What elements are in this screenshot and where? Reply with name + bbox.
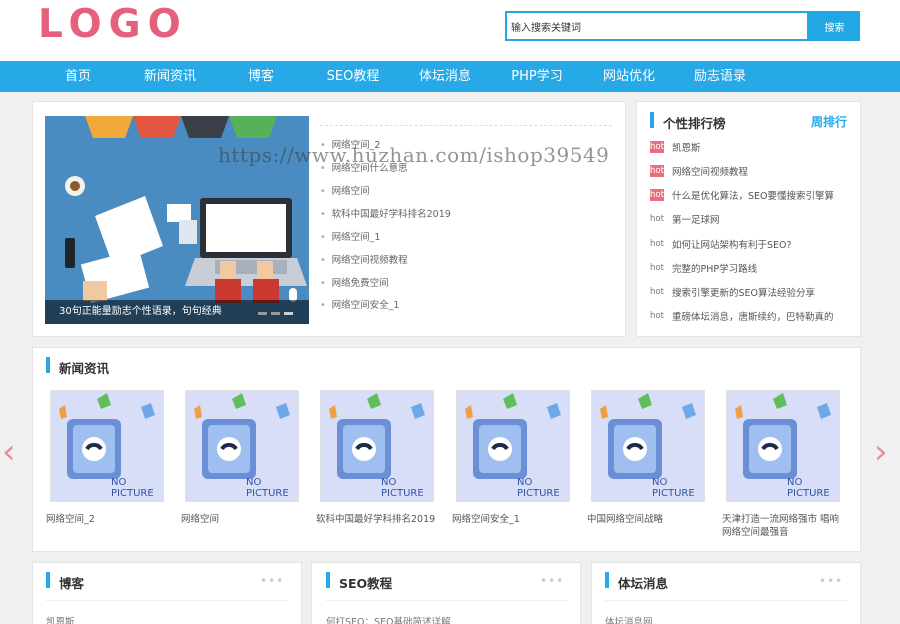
no-picture-label: NO PICTURE — [517, 477, 560, 499]
blog-title: 博客 — [59, 576, 85, 591]
blog-item[interactable]: 凯恩斯 — [46, 614, 75, 624]
slide-dot-1[interactable] — [258, 312, 267, 315]
seo-title-bar — [326, 572, 330, 588]
news-caption[interactable]: 天津打造一流网络强市 唱响 网络空间最强音 — [722, 513, 846, 539]
no-picture-label: NO PICTURE — [246, 477, 289, 499]
article-item[interactable]: 网络空间_1 — [320, 229, 381, 243]
rank-item-label: 完整的PHP学习路线 — [672, 264, 758, 275]
search-button[interactable]: 搜索 — [809, 11, 860, 41]
hot-badge: hot — [650, 214, 664, 224]
rank-item[interactable]: hot 完整的PHP学习路线 — [650, 261, 757, 275]
nav-item-news[interactable]: 新闻资讯 — [144, 61, 196, 92]
news-thumbnail[interactable]: NO PICTURE — [726, 390, 840, 502]
nav-item-quotes[interactable]: 励志语录 — [694, 61, 746, 92]
rank-item[interactable]: hot 网络空间视频教程 — [650, 164, 748, 178]
chevron-right-icon[interactable]: › — [874, 432, 888, 472]
seo-title: SEO教程 — [339, 576, 393, 591]
news-thumbnail[interactable]: NO PICTURE — [50, 390, 164, 502]
news-thumbnail[interactable]: NO PICTURE — [185, 390, 299, 502]
news-caption[interactable]: 中国网络空间战略 — [587, 513, 711, 526]
news-caption-line: 中国网络空间战略 — [587, 514, 664, 525]
hot-badge: hot — [650, 287, 664, 297]
nav-item-sports[interactable]: 体坛消息 — [419, 61, 471, 92]
rank-title-bar — [650, 112, 654, 128]
rank-item-label: 凯恩斯 — [672, 143, 701, 154]
no-picture-label: NO PICTURE — [381, 477, 424, 499]
news-thumbnail[interactable]: NO PICTURE — [320, 390, 434, 502]
slide-dot-3[interactable] — [284, 312, 293, 315]
article-item[interactable]: 网络空间什么意思 — [320, 160, 408, 174]
news-title: 新闻资讯 — [59, 361, 110, 376]
rank-title: 个性排行榜 — [663, 116, 726, 131]
news-caption[interactable]: 网络空间_2 — [46, 513, 170, 526]
no-picture-label: NO PICTURE — [787, 477, 830, 499]
hot-badge: hot — [650, 239, 664, 249]
news-thumbnail[interactable]: NO PICTURE — [591, 390, 705, 502]
article-item[interactable]: 网络免费空间 — [320, 275, 389, 289]
news-caption[interactable]: 网络空间 — [181, 513, 305, 526]
rank-item[interactable]: hot 什么是优化算法，SEO要懂搜索引擎算 — [650, 188, 834, 202]
sports-title: 体坛消息 — [618, 576, 669, 591]
hot-badge: hot — [650, 263, 664, 273]
nav-item-home[interactable]: 首页 — [65, 61, 91, 92]
article-item[interactable]: 网络空间安全_1 — [320, 297, 400, 311]
news-caption[interactable]: 网络空间安全_1 — [452, 513, 576, 526]
header: LOGO 搜索 — [0, 0, 900, 61]
hot-badge: hot — [650, 141, 664, 153]
rank-weekly-link[interactable]: 周排行 — [811, 113, 847, 130]
seo-more-button[interactable]: ••• — [540, 574, 564, 588]
rank-item-label: 重磅体坛消息，唐斯续约，巴特勒真的 — [672, 312, 834, 323]
blog-divider — [46, 600, 288, 601]
news-caption-line: 网络空间安全_1 — [452, 514, 520, 525]
nav-item-seo[interactable]: SEO教程 — [327, 61, 380, 92]
site-logo[interactable]: LOGO — [38, 2, 188, 47]
featured-slide[interactable]: 30句正能量励志个性语录，句句经典 — [45, 116, 309, 324]
sports-title-bar — [605, 572, 609, 588]
hot-badge: hot — [650, 165, 664, 177]
chevron-left-icon[interactable]: ‹ — [2, 432, 16, 472]
no-picture-label: NO PICTURE — [652, 477, 695, 499]
no-picture-label: NO PICTURE — [111, 477, 154, 499]
article-item[interactable]: 软科中国最好学科排名2019 — [320, 206, 451, 220]
rank-item-label: 如何让网站架构有利于SEO? — [672, 240, 792, 251]
news-title-bar — [46, 357, 50, 373]
sports-item[interactable]: 体坛消息网 — [605, 614, 653, 624]
nav-item-php[interactable]: PHP学习 — [511, 61, 562, 92]
rank-item-label: 什么是优化算法，SEO要懂搜索引擎算 — [672, 191, 835, 202]
article-item[interactable]: 网络空间 — [320, 183, 370, 197]
news-caption-line: 网络空间_2 — [46, 514, 95, 525]
nav-item-optimization[interactable]: 网站优化 — [603, 61, 655, 92]
rank-item[interactable]: hot 搜索引擎更新的SEO算法经验分享 — [650, 285, 815, 299]
news-caption-line: 网络空间最强音 — [722, 527, 789, 538]
news-caption-line: 天津打造一流网络强市 唱响 — [722, 514, 840, 525]
seo-divider — [326, 600, 568, 601]
main-nav: 首页 新闻资讯 博客 SEO教程 体坛消息 PHP学习 网站优化 励志语录 — [0, 61, 900, 92]
hot-badge: hot — [650, 311, 664, 321]
article-item[interactable]: 网络空间_2 — [320, 137, 381, 151]
rank-item-label: 网络空间视频教程 — [672, 167, 749, 178]
blog-more-button[interactable]: ••• — [260, 574, 284, 588]
slide-dot-2[interactable] — [271, 312, 280, 315]
blog-title-bar — [46, 572, 50, 588]
news-thumbnail[interactable]: NO PICTURE — [456, 390, 570, 502]
news-caption-line: 网络空间 — [181, 514, 220, 525]
article-item[interactable]: 网络空间视频教程 — [320, 252, 408, 266]
rank-item-label: 第一足球网 — [672, 215, 720, 226]
rank-item[interactable]: hot 如何让网站架构有利于SEO? — [650, 237, 792, 251]
rank-item-label: 搜索引擎更新的SEO算法经验分享 — [672, 288, 816, 299]
seo-item[interactable]: 何打SEO：SEO基础简述详解 — [326, 614, 451, 624]
nav-item-blog[interactable]: 博客 — [248, 61, 274, 92]
news-caption[interactable]: 软科中国最好学科排名2019 — [316, 513, 440, 526]
news-caption-line: 软科中国最好学科排名2019 — [316, 514, 436, 525]
sports-more-button[interactable]: ••• — [819, 574, 843, 588]
search-input[interactable] — [505, 11, 809, 41]
rank-item[interactable]: hot 第一足球网 — [650, 212, 720, 226]
article-list — [320, 125, 612, 126]
hot-badge: hot — [650, 189, 664, 201]
sports-divider — [605, 600, 847, 601]
slide-illustration — [45, 116, 309, 324]
rank-item[interactable]: hot 重磅体坛消息，唐斯续约，巴特勒真的 — [650, 309, 834, 323]
slide-caption[interactable]: 30句正能量励志个性语录，句句经典 — [45, 300, 309, 324]
rank-item[interactable]: hot 凯恩斯 — [650, 140, 701, 154]
